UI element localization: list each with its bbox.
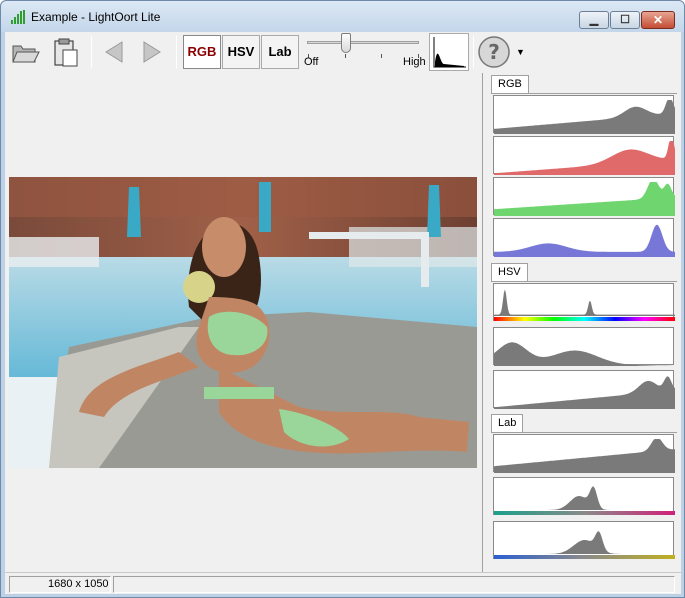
hue-histogram [493, 283, 675, 321]
histogram-toggle-button[interactable] [429, 33, 469, 71]
toolbar-separator [176, 36, 177, 68]
client-area: RGB HSV Lab Off High ? ▼ RGB HSV Lab 168… [5, 32, 681, 594]
slider-min-label: Off [304, 56, 319, 68]
maximize-button[interactable]: ☐ [610, 11, 640, 29]
blue-histogram [493, 218, 675, 257]
rgb-mode-button[interactable]: RGB [183, 35, 221, 69]
slider-max-label: High [403, 56, 426, 68]
app-window: Example - LightOort Lite ▁ ☐ ✕ RGB HSV L… [0, 0, 685, 598]
slider-tick [345, 54, 346, 58]
minimize-icon: ▁ [589, 14, 599, 26]
luminance-histogram [493, 95, 675, 134]
hsv-group-tab[interactable]: HSV [491, 263, 528, 281]
group-divider [491, 432, 677, 433]
image-dimensions: 1680 x 1050 [9, 576, 111, 593]
app-icon [11, 10, 25, 24]
minimize-button[interactable]: ▁ [579, 11, 609, 29]
slider-tick [381, 54, 382, 58]
lab-mode-button[interactable]: Lab [261, 35, 299, 69]
saturation-histogram [493, 327, 675, 366]
next-icon[interactable] [136, 36, 168, 68]
red-histogram [493, 136, 675, 175]
lightness-histogram [493, 434, 675, 473]
open-folder-icon[interactable] [9, 36, 41, 68]
status-bar: 1680 x 1050 [5, 572, 681, 594]
strength-slider-track[interactable] [307, 41, 419, 44]
hsv-mode-button[interactable]: HSV [222, 35, 260, 69]
help-dropdown-icon[interactable]: ▼ [516, 47, 525, 57]
status-message [113, 576, 675, 593]
value-histogram [493, 370, 675, 409]
close-icon: ✕ [652, 13, 664, 27]
help-glyph: ? [488, 40, 500, 64]
green-histogram [493, 177, 675, 216]
histogram-panel: RGB HSV Lab [482, 73, 678, 572]
title-bar[interactable]: Example - LightOort Lite ▁ ☐ ✕ [1, 1, 684, 32]
previous-icon[interactable] [98, 36, 130, 68]
lab-group-tab[interactable]: Lab [491, 414, 524, 432]
group-divider [491, 93, 677, 94]
window-title: Example - LightOort Lite [31, 10, 161, 24]
help-icon[interactable]: ? [477, 35, 511, 69]
image-canvas[interactable] [5, 73, 477, 572]
maximize-icon: ☐ [620, 14, 630, 26]
photo-image [9, 177, 477, 468]
b-channel-histogram [493, 521, 675, 559]
paste-icon[interactable] [49, 36, 81, 68]
toolbar-separator [91, 36, 92, 68]
toolbar-separator [473, 36, 474, 68]
histogram-icon [433, 37, 466, 68]
close-button[interactable]: ✕ [641, 11, 675, 29]
a-channel-histogram [493, 477, 675, 515]
rgb-group-tab[interactable]: RGB [491, 75, 529, 93]
toolbar: RGB HSV Lab Off High ? ▼ [5, 32, 681, 72]
group-divider [491, 281, 677, 282]
strength-slider-thumb[interactable] [341, 33, 351, 53]
